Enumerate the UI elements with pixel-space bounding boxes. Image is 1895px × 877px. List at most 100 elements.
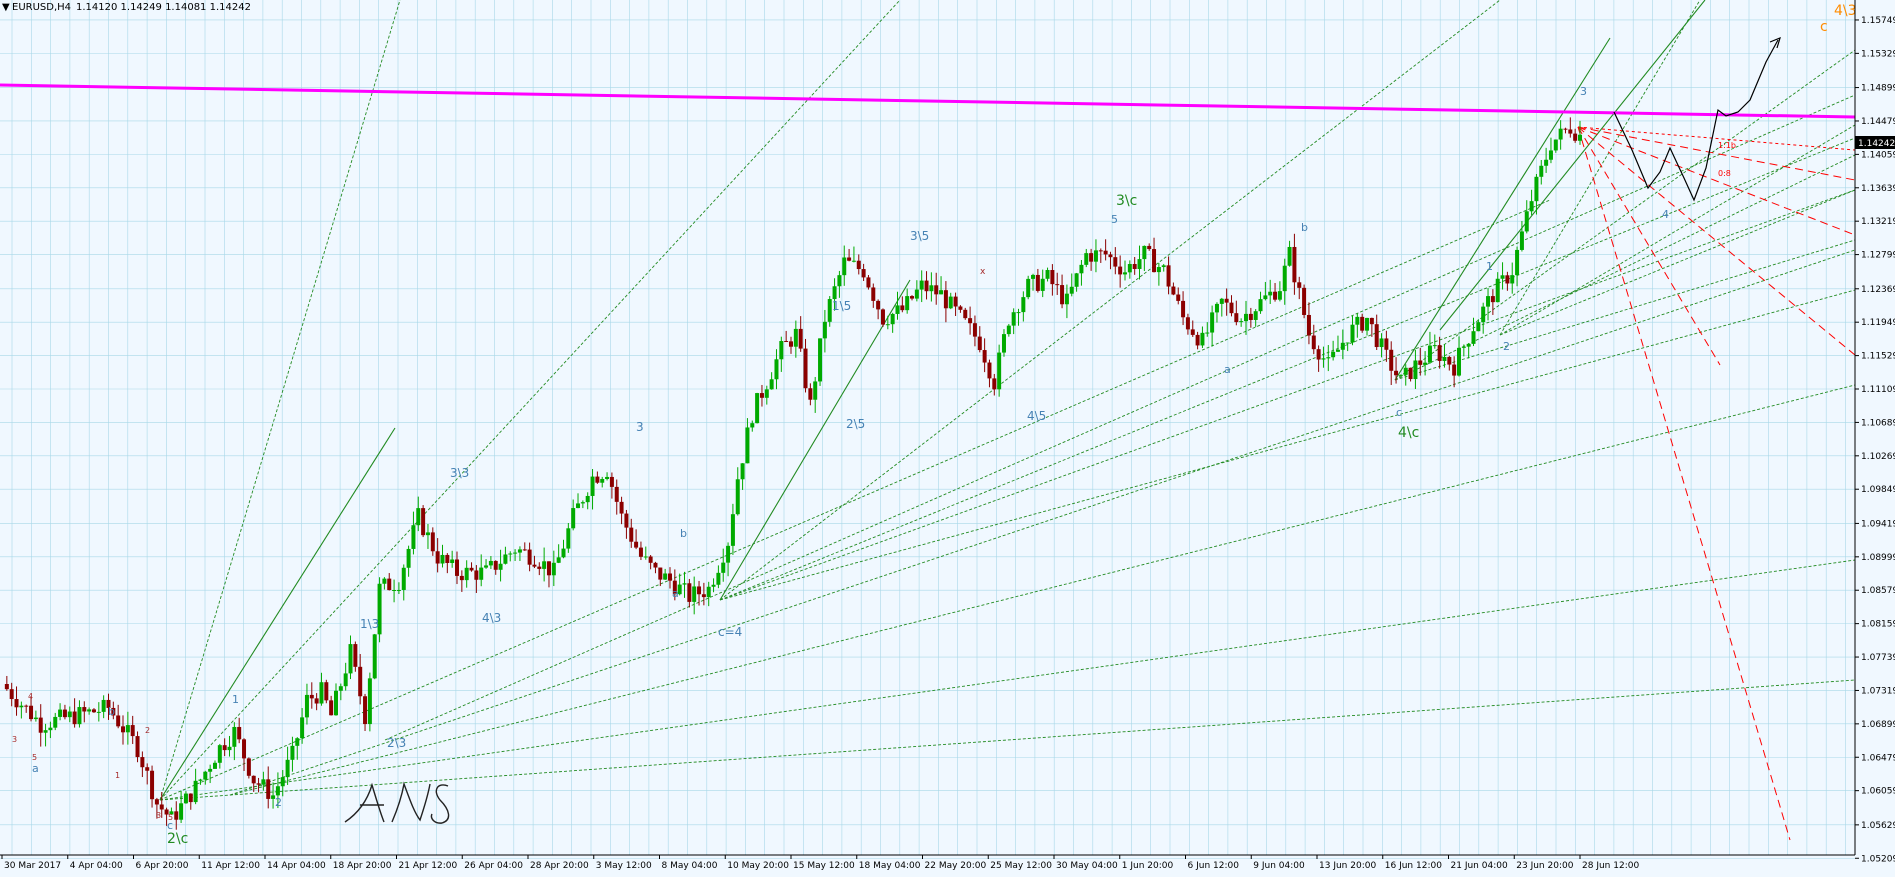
wave-label: x [980,267,986,277]
candle-body [793,328,798,347]
candle-body [290,745,295,760]
candle-body [667,573,672,581]
candle-body [605,476,610,479]
candle-body [1224,298,1229,303]
candle-body [198,779,203,781]
wave-label: 2 [1503,340,1510,353]
time-tick-label: 9 Jun 04:00 [1253,861,1305,871]
candle-body [687,583,692,602]
candle-body [851,260,856,262]
candle-body [968,318,973,324]
candle-body [1118,266,1123,275]
candle-body [459,575,464,581]
candle-body [1423,362,1428,365]
candle-body [367,678,372,725]
candle-body [963,309,968,319]
candle-body [1335,349,1340,352]
candle-body [1069,286,1074,294]
wave-label: 4 [28,692,33,701]
candle-body [1379,338,1384,348]
candle-body [19,705,24,708]
candle-body [600,478,605,483]
candle-body [1432,345,1437,347]
candle-body [1234,313,1239,323]
candle-body [33,717,38,720]
candle-body [1452,364,1457,376]
fib-level-label: 0:8 [1718,169,1731,178]
candle-body [333,690,338,716]
candle-body [1273,291,1278,300]
candle-body [183,793,188,804]
price-tick-label: 1.12369 [1861,285,1895,295]
candle-body [1427,345,1432,363]
candle-body [1031,274,1036,279]
candle-body [755,393,760,424]
candle-body [629,527,634,542]
candle-body [91,709,96,713]
candle-body [1016,312,1021,314]
candle-body [498,563,503,570]
wave-label: 5 [32,753,37,762]
candle-body [1185,317,1190,330]
candle-body [590,476,595,496]
price-tick-label: 1.10269 [1861,452,1895,462]
candle-body [150,770,155,800]
time-tick-label: 14 Apr 04:00 [267,861,326,871]
time-tick-label: 16 Jun 12:00 [1385,861,1442,871]
price-tick-label: 1.11109 [1861,385,1895,395]
candle-body [798,328,803,349]
candle-body [711,584,716,587]
price-tick-label: 1.09419 [1861,519,1895,529]
candle-body [314,698,319,704]
candle-body [905,296,910,311]
candle-body [1239,321,1244,323]
candle-body [67,711,72,718]
wave-label: 4\3 [1834,3,1857,19]
candle-body [208,768,213,772]
time-tick-label: 4 Apr 04:00 [70,861,123,871]
candle-body [1544,159,1549,166]
candle-body [1568,129,1573,134]
candle-body [1035,274,1040,291]
candle-body [556,557,561,563]
candle-body [484,565,489,568]
candle-body [1263,295,1268,300]
candle-body [1176,294,1181,301]
candle-body [764,389,769,398]
wave-label: 4 [1662,208,1669,221]
candle-body [1040,278,1045,291]
candle-body [87,709,92,712]
ohlc-values: 1.14120 1.14249 1.14081 1.14242 [76,2,251,13]
price-axis[interactable]: 1.15749 1.15329 1.14899 1.14479 1.14059 1.136… [1854,0,1895,864]
candle-body [38,717,43,733]
candle-body [1292,246,1297,283]
wave-label: 4\c [1398,425,1419,441]
candle-body [62,709,67,718]
candle-body [890,313,895,325]
price-tick-label: 1.09849 [1861,485,1895,495]
chart-window[interactable]: 1:1b 0:8 2\c c a 5 3 4 b 1 2 3 5 1 2 1\3 2\3 3\3 4\3 3 a b c=… [0,0,1895,873]
candle-body [585,495,590,503]
candle-body [1311,335,1316,350]
candle-body [992,378,997,390]
price-tick-label: 1.11529 [1861,352,1895,362]
candle-body [1147,245,1152,250]
candle-body [537,566,542,569]
candle-body [319,682,324,704]
wave-label: 5 [168,813,173,822]
candle-body [1244,313,1249,322]
candle-body [232,726,237,747]
wave-label: c=4 [718,625,742,639]
candle-body [774,359,779,380]
candle-body [542,561,547,569]
candle-body [1287,246,1292,266]
candle-body [1466,343,1471,347]
price-chart[interactable]: 1:1b0:8 2\cca534b123 5121\32\33\34\33abc=… [0,0,1895,873]
candle-body [116,715,121,727]
time-tick-label: 30 Mar 2017 [4,861,61,871]
candle-body [1461,346,1466,348]
candle-body [440,554,445,564]
candle-body [193,780,198,803]
candle-body [1200,332,1205,346]
candle-body [919,280,924,290]
